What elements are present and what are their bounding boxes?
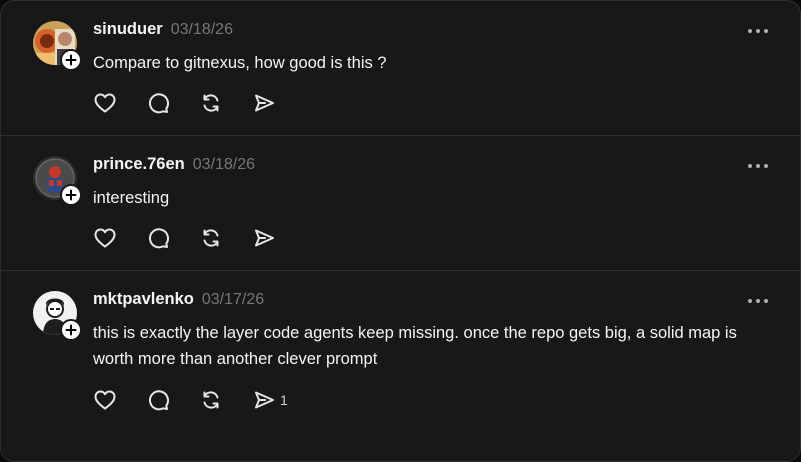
heart-icon xyxy=(94,228,116,248)
more-dots-icon[interactable] xyxy=(746,293,770,309)
reply-button[interactable] xyxy=(146,388,170,412)
heart-icon xyxy=(94,93,116,113)
follow-plus-icon[interactable] xyxy=(60,49,82,71)
send-icon xyxy=(255,94,274,112)
comment-bubble-icon xyxy=(149,93,169,114)
repost-button[interactable] xyxy=(199,226,223,250)
post-text: interesting xyxy=(93,189,170,207)
like-button[interactable] xyxy=(93,388,117,412)
follow-plus-icon[interactable] xyxy=(60,184,82,206)
comment-post: mktpavlenko 03/17/26 this is exactly the… xyxy=(1,271,800,431)
repost-button[interactable] xyxy=(199,91,223,115)
share-button[interactable]: 1 xyxy=(252,388,288,412)
follow-plus-icon[interactable] xyxy=(60,319,82,341)
send-icon xyxy=(255,391,274,409)
comment-post: sinuduer 03/18/26 Compare to gitnexus, h… xyxy=(1,1,800,136)
comment-bubble-icon xyxy=(149,228,169,249)
comment-thread: sinuduer 03/18/26 Compare to gitnexus, h… xyxy=(0,0,801,462)
reply-button[interactable] xyxy=(146,91,170,115)
post-text: Compare to gitnexus, how good is this ? xyxy=(93,54,387,72)
comment-bubble-icon xyxy=(149,390,169,411)
like-button[interactable] xyxy=(93,91,117,115)
post-actions xyxy=(93,90,280,116)
heart-icon xyxy=(94,390,116,410)
more-dots-icon[interactable] xyxy=(746,158,770,174)
more-dots-icon[interactable] xyxy=(746,23,770,39)
post-text: this is exactly the layer code agents ke… xyxy=(93,324,737,368)
repost-icon xyxy=(203,229,219,247)
username[interactable]: sinuduer xyxy=(93,20,163,39)
share-button[interactable] xyxy=(252,226,280,250)
share-count: 1 xyxy=(280,392,288,408)
post-header: sinuduer 03/18/26 xyxy=(93,20,233,42)
send-icon xyxy=(255,229,274,247)
post-date[interactable]: 03/18/26 xyxy=(193,156,255,174)
post-actions xyxy=(93,225,280,251)
avatar-container[interactable] xyxy=(33,156,82,206)
avatar-container[interactable] xyxy=(33,291,82,341)
post-date[interactable]: 03/18/26 xyxy=(171,21,233,39)
comment-post: prince.76en 03/18/26 interesting xyxy=(1,136,800,271)
repost-icon xyxy=(203,94,219,112)
repost-icon xyxy=(203,391,219,409)
share-button[interactable] xyxy=(252,91,280,115)
avatar-container[interactable] xyxy=(33,21,82,71)
username[interactable]: prince.76en xyxy=(93,155,185,174)
post-actions: 1 xyxy=(93,387,288,413)
post-header: mktpavlenko 03/17/26 xyxy=(93,290,264,312)
post-date[interactable]: 03/17/26 xyxy=(202,291,264,309)
username[interactable]: mktpavlenko xyxy=(93,290,194,309)
post-header: prince.76en 03/18/26 xyxy=(93,155,255,177)
reply-button[interactable] xyxy=(146,226,170,250)
like-button[interactable] xyxy=(93,226,117,250)
repost-button[interactable] xyxy=(199,388,223,412)
